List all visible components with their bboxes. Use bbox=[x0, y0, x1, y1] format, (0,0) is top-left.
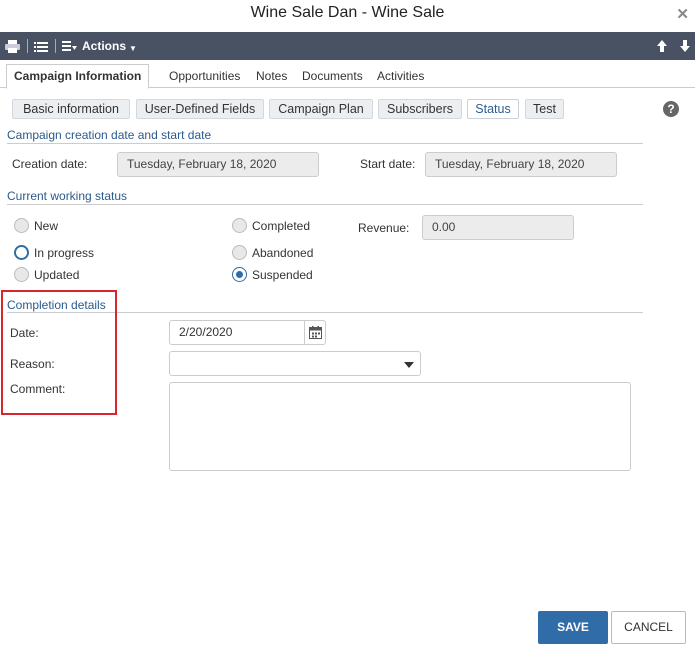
comment-textarea[interactable] bbox=[169, 382, 631, 471]
actions-label: Actions bbox=[82, 39, 127, 53]
chevron-down-icon: ▼ bbox=[129, 43, 137, 53]
chevron-down-icon bbox=[404, 362, 414, 368]
start-date-field: Tuesday, February 18, 2020 bbox=[425, 152, 617, 177]
toolbar: Actions ▼ bbox=[0, 32, 695, 60]
save-button[interactable]: SAVE bbox=[538, 611, 608, 644]
window-title: Wine Sale Dan - Wine Sale bbox=[250, 4, 445, 21]
calendar-icon[interactable] bbox=[304, 321, 325, 344]
creation-date-label: Creation date: bbox=[12, 157, 88, 171]
radio-new-label: New bbox=[34, 219, 59, 233]
section-title-dates: Campaign creation date and start date bbox=[7, 128, 212, 142]
reason-select[interactable] bbox=[169, 351, 421, 376]
start-date-label: Start date: bbox=[360, 157, 416, 171]
highlight-box bbox=[1, 290, 117, 415]
section-divider bbox=[7, 204, 643, 205]
creation-date-field: Tuesday, February 18, 2020 bbox=[117, 152, 319, 177]
arrow-up-icon[interactable] bbox=[657, 32, 667, 60]
help-icon[interactable]: ? bbox=[663, 101, 679, 117]
revenue-field: 0.00 bbox=[422, 215, 574, 240]
radio-completed-label: Completed bbox=[252, 219, 311, 233]
radio-abandoned-label: Abandoned bbox=[252, 246, 314, 260]
radio-abandoned[interactable] bbox=[232, 245, 247, 260]
window-titlebar: Wine Sale Dan - Wine Sale ✕ bbox=[0, 0, 695, 32]
radio-in-progress[interactable] bbox=[14, 245, 29, 260]
radio-new[interactable] bbox=[14, 218, 29, 233]
subtab-subscribers[interactable]: Subscribers bbox=[378, 99, 462, 119]
cancel-button[interactable]: CANCEL bbox=[611, 611, 686, 644]
tab-activities[interactable]: Activities bbox=[375, 65, 426, 88]
tab-opportunities[interactable]: Opportunities bbox=[167, 65, 242, 88]
subtab-campaign-plan[interactable]: Campaign Plan bbox=[269, 99, 373, 119]
radio-updated-label: Updated bbox=[34, 268, 80, 282]
radio-suspended[interactable] bbox=[232, 267, 247, 282]
completion-date-input[interactable]: 2/20/2020 bbox=[169, 320, 326, 345]
list-icon[interactable] bbox=[34, 32, 48, 60]
completion-date-value: 2/20/2020 bbox=[179, 325, 233, 339]
radio-updated[interactable] bbox=[14, 267, 29, 282]
section-divider bbox=[7, 143, 643, 144]
revenue-label: Revenue: bbox=[358, 221, 410, 235]
subtab-user-defined-fields[interactable]: User-Defined Fields bbox=[136, 99, 264, 119]
subtab-test[interactable]: Test bbox=[525, 99, 564, 119]
close-icon[interactable]: ✕ bbox=[676, 5, 689, 23]
actions-menu[interactable]: Actions ▼ bbox=[62, 32, 137, 60]
tab-campaign-information[interactable]: Campaign Information bbox=[6, 64, 150, 89]
subtab-basic-information[interactable]: Basic information bbox=[12, 99, 130, 119]
arrow-down-icon[interactable] bbox=[680, 32, 690, 60]
tab-notes[interactable]: Notes bbox=[254, 65, 289, 88]
radio-in-progress-label: In progress bbox=[34, 246, 95, 260]
radio-completed[interactable] bbox=[232, 218, 247, 233]
radio-suspended-label: Suspended bbox=[252, 268, 313, 282]
subtab-status[interactable]: Status bbox=[467, 99, 519, 119]
section-title-status: Current working status bbox=[7, 189, 128, 203]
print-icon[interactable] bbox=[5, 32, 20, 60]
main-tabs: Campaign Information Opportunities Notes… bbox=[0, 60, 695, 89]
actions-icon bbox=[62, 41, 77, 51]
tab-documents[interactable]: Documents bbox=[300, 65, 365, 88]
